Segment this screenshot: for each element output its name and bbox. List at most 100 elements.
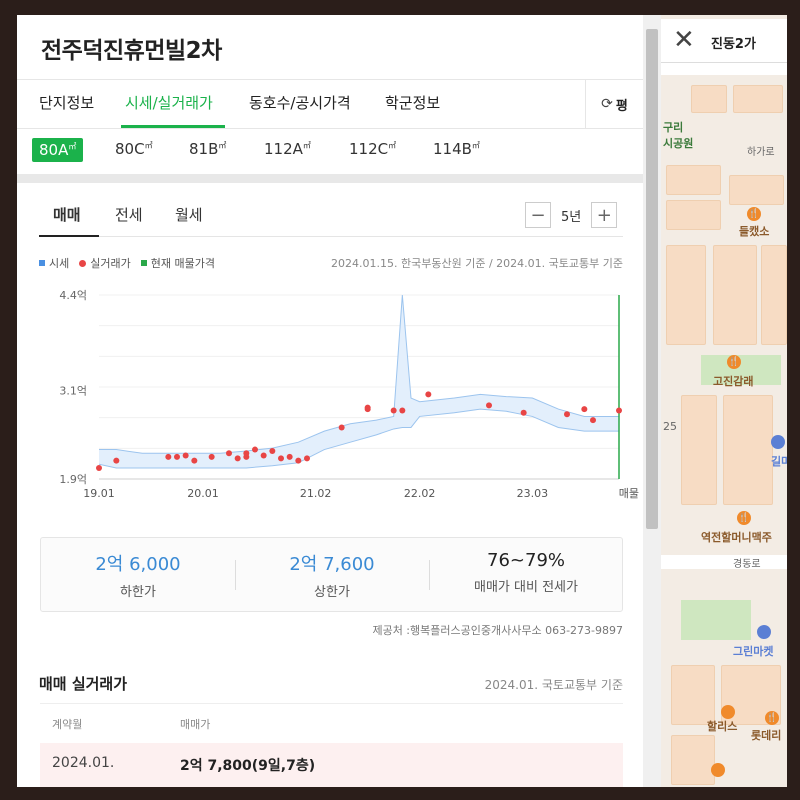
stat-label: 상한가 bbox=[314, 585, 350, 600]
y-tick-label: 4.4억 bbox=[59, 289, 87, 302]
building-icon[interactable] bbox=[771, 435, 785, 449]
actual-trade-point bbox=[425, 391, 432, 398]
size-unit: ㎡ bbox=[68, 142, 77, 151]
map-label-poi: 할리스 bbox=[707, 720, 738, 733]
legend-label: 실거래가 bbox=[90, 257, 131, 270]
stat-value: 2억 6,000 bbox=[95, 554, 181, 575]
size-option-80c[interactable]: 80C㎡ bbox=[115, 140, 153, 158]
unit-toggle-button[interactable]: ⟳ 평 bbox=[585, 80, 643, 128]
price-chart[interactable]: 4.4억 3.1억 1.9억19.01 20.01 21.02 22.02 23.03 매물없… bbox=[39, 283, 639, 508]
deal-price: 2억 7,800(9일,7층) bbox=[180, 758, 316, 774]
actual-trade-point bbox=[581, 406, 588, 413]
map-view[interactable]: 구리 시공원 하가로 🍴 들캤소 🍴 고진감래 25 길마 🍴 역전할머니맥주 경… bbox=[661, 15, 787, 787]
deal-month: 2024.01. bbox=[52, 755, 115, 771]
map-block bbox=[671, 665, 715, 725]
period-value: 5년 bbox=[561, 209, 582, 225]
column-header-month: 계약월 bbox=[52, 718, 83, 731]
map-green-area bbox=[681, 600, 751, 640]
area-size-selector: 80A㎡ 80C㎡ 81B㎡ 112A㎡ 112C㎡ 114B㎡ bbox=[17, 130, 643, 174]
cafe-icon[interactable] bbox=[721, 705, 735, 719]
column-header-price: 매매가 bbox=[180, 718, 211, 731]
size-label: 81B bbox=[189, 140, 219, 158]
map-label-road: 하가로 bbox=[747, 147, 775, 158]
x-tick-label: 19.01 bbox=[83, 487, 115, 500]
size-label: 114B bbox=[433, 140, 472, 158]
size-label: 80A bbox=[39, 141, 69, 159]
tab-school[interactable]: 학군정보 bbox=[385, 92, 440, 113]
size-option-114b[interactable]: 114B㎡ bbox=[433, 140, 480, 158]
x-tick-label: 23.03 bbox=[517, 487, 549, 500]
panel-scrollbar[interactable] bbox=[643, 15, 661, 787]
cafe-icon[interactable] bbox=[711, 763, 725, 777]
period-decrease-button[interactable]: − bbox=[525, 202, 551, 228]
tab-unit-price[interactable]: 동호수/공시가격 bbox=[249, 92, 351, 113]
map-label-poi: 역전할머니맥주 bbox=[701, 531, 772, 544]
complex-detail-panel: 전주덕진휴먼빌2차 단지정보 시세/실거래가 동호수/공시가격 학군정보 ⟳ 평… bbox=[17, 15, 643, 787]
actual-trade-point bbox=[113, 457, 120, 464]
table-row[interactable]: 2024.01. 2억 7,800(9일,7층) bbox=[40, 743, 623, 787]
restaurant-icon[interactable]: 🍴 bbox=[727, 355, 741, 369]
size-unit: ㎡ bbox=[218, 141, 227, 150]
actual-trade-point bbox=[364, 404, 371, 411]
restaurant-icon[interactable]: 🍴 bbox=[765, 711, 779, 725]
size-unit: ㎡ bbox=[302, 141, 311, 150]
actual-trade-point bbox=[304, 455, 310, 462]
actual-trade-point bbox=[174, 453, 180, 460]
actual-trade-point bbox=[520, 409, 527, 416]
actual-trade-point bbox=[226, 450, 232, 457]
map-label-road: 경동로 bbox=[733, 559, 761, 570]
close-icon[interactable]: ✕ bbox=[673, 25, 695, 55]
size-unit: ㎡ bbox=[471, 141, 480, 150]
scrollbar-thumb[interactable] bbox=[646, 29, 658, 529]
tab-complex-info[interactable]: 단지정보 bbox=[39, 92, 94, 113]
x-end-label: 매물없음 bbox=[619, 487, 639, 500]
legend-label: 시세 bbox=[49, 257, 70, 270]
legend-label: 현재 매물가격 bbox=[150, 257, 215, 270]
actual-trade-point bbox=[96, 464, 102, 471]
tab-price-trades[interactable]: 시세/실거래가 bbox=[125, 92, 213, 113]
y-tick-label: 1.9억 bbox=[59, 473, 87, 486]
size-option-81b[interactable]: 81B㎡ bbox=[189, 140, 226, 158]
stat-label: 하한가 bbox=[120, 585, 156, 600]
tab-jeonse[interactable]: 전세 bbox=[115, 204, 143, 225]
store-icon[interactable] bbox=[757, 625, 771, 639]
size-option-80a[interactable]: 80A㎡ bbox=[32, 138, 84, 162]
x-tick-label: 21.02 bbox=[300, 487, 332, 500]
chart-source-note: 2024.01.15. 한국부동산원 기준 / 2024.01. 국토교통부 기… bbox=[331, 257, 623, 270]
period-increase-button[interactable]: + bbox=[591, 202, 618, 228]
size-option-112a[interactable]: 112A㎡ bbox=[264, 140, 311, 158]
actual-trade-point bbox=[390, 407, 397, 414]
main-tabs: 단지정보 시세/실거래가 동호수/공시가격 학군정보 ⟳ 평 bbox=[17, 79, 643, 129]
stat-value: 76~79% bbox=[487, 550, 565, 571]
section-divider bbox=[17, 174, 643, 183]
legend-swatch-market bbox=[39, 260, 45, 266]
map-label-poi: 그린마켓 bbox=[733, 645, 774, 658]
actual-trade-point bbox=[191, 457, 198, 464]
legend-swatch-actual bbox=[79, 259, 87, 267]
size-option-112c[interactable]: 112C㎡ bbox=[349, 140, 396, 158]
actual-trade-point bbox=[234, 455, 241, 462]
actual-trade-point bbox=[243, 450, 250, 457]
restaurant-icon[interactable]: 🍴 bbox=[747, 207, 761, 221]
map-block bbox=[666, 245, 706, 345]
period-stepper: − 5년 + bbox=[525, 201, 618, 229]
actual-trade-point bbox=[165, 453, 172, 460]
actual-trade-point bbox=[564, 411, 570, 418]
trade-type-tabs: 매매 전세 월세 − 5년 + bbox=[39, 201, 623, 237]
size-unit: ㎡ bbox=[388, 141, 397, 150]
actual-trade-point bbox=[295, 457, 302, 464]
unit-toggle-label: 평 bbox=[615, 98, 628, 114]
actual-trade-point bbox=[399, 407, 406, 414]
actual-trade-point bbox=[286, 453, 293, 460]
stat-label: 매매가 대비 전세가 bbox=[474, 580, 578, 595]
size-label: 112C bbox=[349, 140, 389, 158]
map-block bbox=[713, 245, 757, 345]
map-block bbox=[729, 175, 784, 205]
tab-monthly-rent[interactable]: 월세 bbox=[175, 204, 203, 225]
restaurant-icon[interactable]: 🍴 bbox=[737, 511, 751, 525]
x-tick-label: 22.02 bbox=[404, 487, 436, 500]
actual-trade-point bbox=[269, 448, 276, 455]
map-block bbox=[723, 395, 773, 505]
map-road bbox=[661, 555, 787, 569]
tab-sale[interactable]: 매매 bbox=[53, 204, 81, 225]
